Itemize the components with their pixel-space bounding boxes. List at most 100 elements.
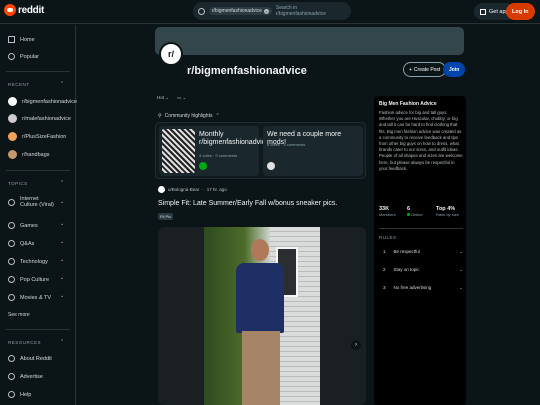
- see-more-link[interactable]: See more: [8, 312, 30, 318]
- about-description: Fashion advice for big and tall guys. Wh…: [379, 110, 463, 171]
- sidebar-item-technology[interactable]: Technology: [8, 258, 48, 265]
- rule-item[interactable]: 3 No free advertising ⌄: [383, 285, 463, 290]
- subreddit-avatar: [8, 114, 17, 123]
- chevron-down-icon[interactable]: ⌄: [60, 257, 64, 263]
- sidebar-item-plussizefashion[interactable]: r/PlusSizeFashion: [8, 132, 66, 141]
- reddit-logo[interactable]: reddit: [4, 4, 44, 16]
- sidebar-item-movies-tv[interactable]: Movies & TV: [8, 294, 51, 301]
- status-icon: [199, 162, 207, 170]
- chevron-down-icon[interactable]: ⌄: [60, 275, 64, 281]
- sidebar-item-home[interactable]: Home: [8, 36, 35, 43]
- sidebar-item-malefashionadvice[interactable]: r/malefashionadvice: [8, 114, 71, 123]
- sidebar-item-label: r/malefashionadvice: [22, 115, 71, 122]
- sidebar-item-label: Technology: [20, 258, 48, 265]
- chevron-down-icon[interactable]: ⌄: [60, 293, 64, 299]
- author-avatar[interactable]: [158, 186, 165, 193]
- subreddit-name: r/bigmenfashionadvice: [187, 65, 307, 77]
- view-toggle-icon[interactable]: ▭ ⌄: [177, 95, 186, 101]
- rule-text: Stay on topic: [393, 267, 420, 272]
- sidebar-item-about[interactable]: About Reddit: [8, 355, 52, 362]
- stat-label-row: Online: [407, 212, 423, 217]
- sidebar-item-games[interactable]: Games: [8, 222, 38, 229]
- technology-icon: [8, 258, 15, 265]
- chevron-down-icon[interactable]: ⌄: [60, 199, 64, 205]
- sidebar-item-label: Popular: [20, 53, 39, 60]
- stat-members: 33K Members: [379, 206, 396, 217]
- chevron-down-icon[interactable]: ⌄: [60, 221, 64, 227]
- post-author[interactable]: u/Bologna-Bear: [168, 187, 199, 192]
- create-post-button[interactable]: + Create Post: [403, 62, 447, 77]
- sidebar-item-popular[interactable]: Popular: [8, 53, 39, 60]
- highlight-card[interactable]: Monthly r/bigmenfashionadvic... 4 votes …: [159, 126, 271, 176]
- search-bar[interactable]: r/bigmenfashionadvice × Search in r/bigm…: [193, 2, 351, 20]
- search-chip-label: r/bigmenfashionadvice: [211, 8, 262, 14]
- stat-rank: Top 4% Rank by size: [436, 206, 459, 217]
- sidebar-item-label: Home: [20, 36, 35, 43]
- sidebar-item-qas[interactable]: Q&As: [8, 240, 34, 247]
- sidebar-item-bigmenfashionadvice[interactable]: r/bigmenfashionadvice: [8, 97, 77, 106]
- sidebar-item-help[interactable]: Help: [8, 391, 31, 398]
- sort-dropdown[interactable]: Hot ⌄: [157, 95, 169, 101]
- subreddit-avatar: [8, 132, 17, 141]
- rule-text: No free advertising: [393, 285, 432, 290]
- sidebar-item-handbags[interactable]: r/handbags: [8, 150, 50, 159]
- chevron-right-icon[interactable]: ›: [351, 340, 361, 350]
- highlight-card[interactable]: We need a couple more mods! 6 votes · 4 …: [263, 126, 363, 176]
- sidebar-item-label: Games: [20, 222, 38, 229]
- author-avatar: [267, 162, 275, 170]
- search-input[interactable]: Search in r/bigmenfashionadvice: [276, 5, 346, 17]
- sidebar-item-label: Help: [20, 391, 32, 398]
- highlight-meta: 4 votes · 0 comments: [199, 153, 238, 158]
- home-icon: [8, 36, 15, 43]
- gamepad-icon: [8, 222, 15, 229]
- person-pants: [242, 331, 280, 405]
- search-scope-chip[interactable]: r/bigmenfashionadvice ×: [208, 7, 272, 15]
- highlight-title: Monthly r/bigmenfashionadvic...: [199, 131, 271, 146]
- post-flair[interactable]: Fit Pic: [158, 213, 174, 220]
- login-button[interactable]: Log In: [506, 3, 535, 20]
- join-button[interactable]: Join: [443, 62, 466, 77]
- left-sidebar: Home Popular RECENT ⌃ r/bigmenfashionadv…: [0, 25, 77, 405]
- post-image-gallery[interactable]: ›: [158, 227, 366, 405]
- sidebar-item-label: Q&As: [20, 240, 35, 247]
- subreddit-icon: r/: [159, 42, 183, 66]
- chevron-up-icon[interactable]: ⌃: [60, 180, 64, 186]
- online-indicator-icon: [407, 213, 410, 216]
- person-head: [251, 239, 269, 261]
- sort-controls: Hot ⌄ ▭ ⌄: [157, 95, 186, 101]
- sidebar-item-advertise[interactable]: Advertise: [8, 373, 43, 380]
- post-title[interactable]: Simple Fit: Late Summer/Early Fall w/bon…: [158, 200, 337, 207]
- pop-culture-icon: [8, 276, 15, 283]
- rule-item[interactable]: 2 Stay on topic ⌄: [383, 267, 463, 272]
- sidebar-item-label: About Reddit: [20, 355, 52, 362]
- divider: [379, 228, 463, 229]
- rule-item[interactable]: 1 Be respectful ⌄: [383, 249, 463, 254]
- rule-number: 1: [383, 249, 386, 254]
- sidebar-item-label: Movies & TV: [20, 294, 52, 301]
- divider: [6, 329, 70, 330]
- internet-culture-icon: [8, 198, 15, 206]
- rules-header: RULES: [379, 235, 397, 240]
- stat-online: 6 Online: [407, 206, 423, 217]
- divider: [6, 170, 70, 171]
- person-jacket: [236, 263, 284, 333]
- reddit-icon: [8, 355, 15, 362]
- pin-icon: ⚲: [158, 113, 162, 119]
- about-panel: Big Men Fashion Advice Fashion advice fo…: [374, 96, 466, 405]
- topics-header[interactable]: TOPICS: [8, 181, 28, 186]
- close-icon[interactable]: ×: [263, 8, 269, 14]
- chevron-up-icon[interactable]: ⌃: [60, 81, 64, 87]
- about-title: Big Men Fashion Advice: [379, 101, 437, 107]
- recent-header[interactable]: RECENT: [8, 82, 30, 87]
- stat-label: Online: [411, 212, 423, 217]
- rule-number: 3: [383, 285, 386, 290]
- chevron-down-icon: ⌄: [459, 267, 463, 272]
- chevron-down-icon[interactable]: ⌄: [60, 239, 64, 245]
- reddit-snoo-icon: [4, 4, 16, 16]
- community-highlights-header[interactable]: ⚲ Community highlights ⌃: [158, 113, 220, 119]
- chevron-up-icon[interactable]: ⌃: [60, 339, 64, 345]
- resources-header[interactable]: RESOURCES: [8, 340, 41, 345]
- divider: [6, 71, 70, 72]
- sidebar-item-pop-culture[interactable]: Pop Culture: [8, 276, 49, 283]
- question-icon: [8, 240, 15, 247]
